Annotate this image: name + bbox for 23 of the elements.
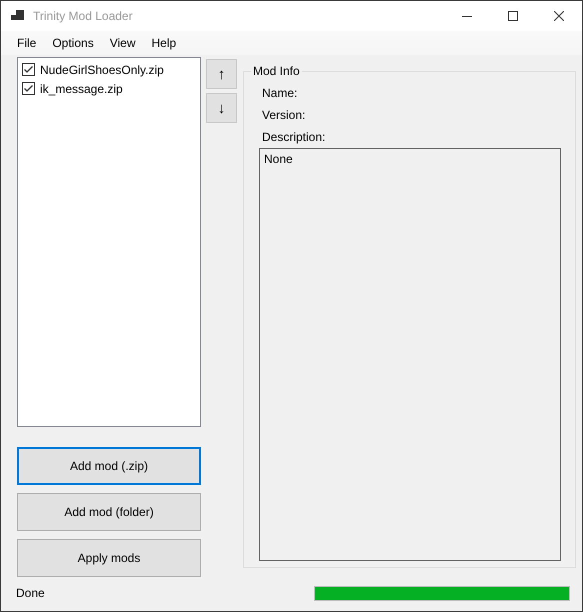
- description-label: Description:: [261, 129, 326, 146]
- version-label: Version:: [261, 107, 306, 124]
- checkbox[interactable]: [22, 63, 35, 76]
- mod-name[interactable]: ik_message.zip: [40, 82, 123, 96]
- description-field[interactable]: None: [259, 148, 561, 561]
- action-button[interactable]: Add mod (folder): [17, 493, 201, 531]
- menu-item[interactable]: Options: [44, 36, 102, 50]
- menu-item[interactable]: View: [102, 36, 144, 50]
- move-down-button[interactable]: ↓: [206, 93, 237, 123]
- checkbox[interactable]: [22, 82, 35, 95]
- action-button[interactable]: Apply mods: [17, 539, 201, 577]
- menu-item[interactable]: File: [9, 36, 44, 50]
- window-title: Trinity Mod Loader: [33, 9, 133, 23]
- group-title: Mod Info: [252, 64, 301, 78]
- name-label: Name:: [261, 85, 298, 102]
- mod-name[interactable]: NudeGirlShoesOnly.zip: [40, 62, 164, 76]
- status-text: Done: [16, 586, 45, 600]
- maximize-icon[interactable]: [508, 11, 518, 21]
- menu-item[interactable]: Help: [144, 36, 184, 50]
- close-icon[interactable]: [554, 11, 564, 21]
- move-up-button[interactable]: ↑: [206, 59, 237, 89]
- action-button[interactable]: Add mod (.zip): [17, 447, 201, 485]
- app-icon: [11, 10, 25, 22]
